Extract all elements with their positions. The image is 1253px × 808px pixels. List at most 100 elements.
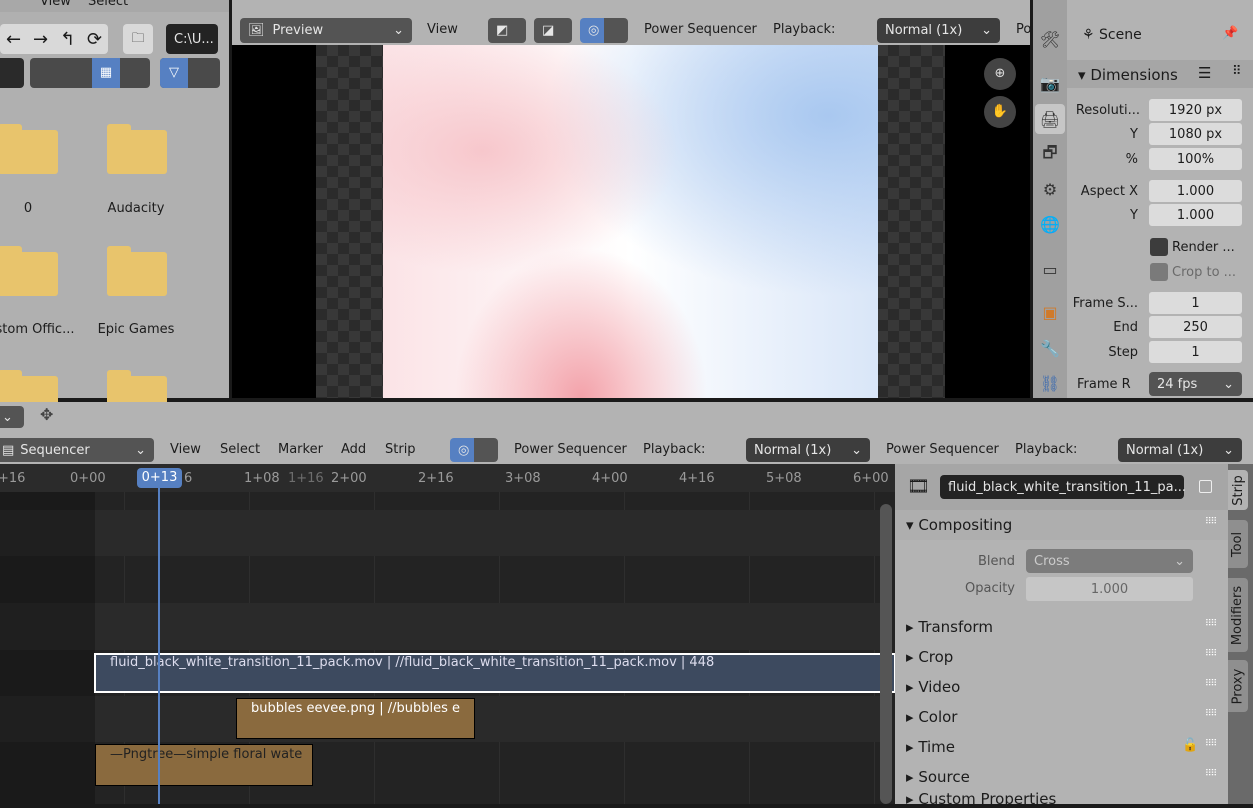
strip-mute-checkbox[interactable] [1199,480,1212,493]
view-layer-tab-icon[interactable]: 🗗 [1035,140,1065,170]
aspect-y-field[interactable]: 1.000 [1149,204,1242,226]
grip-icon[interactable]: ⠿⠿ [1205,739,1217,749]
tool-tab-icon[interactable]: 🛠 [1035,24,1065,54]
frame-rate-dropdown[interactable]: 24 fps ⌄ [1149,372,1242,396]
playback-dropdown[interactable]: Normal (1x) ⌄ [746,438,870,462]
move-tool-icon[interactable]: ✥ [40,405,53,424]
menu-strip[interactable]: Strip [385,442,416,457]
object-tab-icon[interactable]: ▣ [1035,297,1065,327]
output-tab-icon[interactable]: 🖨 [1035,104,1065,134]
frame-step-field[interactable]: 1 [1149,341,1242,363]
crop-label[interactable]: Crop to ... [1172,265,1236,280]
modifier-tab-icon[interactable]: 🔧 [1035,333,1065,363]
render-region-label[interactable]: Render ... [1172,240,1235,255]
vertical-scrollbar[interactable] [880,504,892,804]
constraint-tab-icon[interactable]: ⛓ [1035,368,1065,398]
power-sequencer-menu[interactable]: Power Sequencer [514,442,627,457]
grip-icon[interactable]: ⠿⠿ [1205,649,1217,659]
unlock-icon[interactable]: 🔓 [1182,738,1198,753]
dimensions-panel-title[interactable]: ▾ Dimensions [1078,66,1178,84]
path-field[interactable]: C:\U... [166,24,218,54]
menu-select[interactable]: Select [220,442,260,457]
back-icon[interactable]: ← [6,29,21,50]
tab-modifiers[interactable]: Modifiers [1228,578,1248,652]
resolution-percent-field[interactable]: 100% [1149,148,1242,170]
playhead-line[interactable] [158,480,160,804]
aspect-x-field[interactable]: 1.000 [1149,180,1242,202]
strip-image-floral[interactable]: —Pngtree—simple floral wate [95,744,313,786]
display-mode-buttons[interactable]: ▦ [30,58,150,88]
grip-icon[interactable]: ⠿⠿ [1205,709,1217,719]
grip-icon[interactable]: ⠿⠿ [1205,517,1217,527]
editor-type-button[interactable]: ⌄ [0,406,24,428]
tab-proxy[interactable]: Proxy [1228,660,1248,712]
scene-tab-icon[interactable]: ⚙ [1035,174,1065,204]
grip-icon[interactable]: ⠿⠿ [1205,619,1217,629]
folder-icon[interactable] [107,124,167,174]
grip-icon[interactable]: ⠿⠿ [1205,679,1217,689]
power-sequencer-menu[interactable]: Power Sequencer [886,442,999,457]
pan-hand-icon[interactable]: ✋ [984,96,1016,128]
forward-icon[interactable]: → [33,29,48,50]
playback-dropdown[interactable]: Normal (1x) ⌄ [1118,438,1242,462]
overlay-dropdown[interactable]: ◎ [450,438,498,462]
presets-icon[interactable]: ☰ [1198,64,1211,82]
menu-view[interactable]: View [40,0,71,9]
menu-view[interactable]: View [170,442,201,457]
panel-video[interactable]: ▸ Video [906,678,960,696]
grip-icon[interactable]: ⠿⠿ [1205,769,1217,779]
folder-icon[interactable] [0,246,58,296]
panel-source[interactable]: ▸ Source [906,768,970,786]
folder-icon[interactable] [107,246,167,296]
refresh-icon[interactable]: ⟳ [87,29,102,50]
filter-button[interactable]: ▽ [160,58,220,88]
folder-label[interactable]: Audacity [81,201,191,216]
panel-time[interactable]: ▸ Time [906,738,955,756]
power-sequencer-menu[interactable]: Po [1016,22,1031,37]
current-frame-indicator[interactable]: 0+13 [137,468,182,488]
strip-image-bubbles[interactable]: bubbles eevee.png | //bubbles e [236,698,475,739]
playback-dropdown[interactable]: Normal (1x) ⌄ [877,18,1000,43]
render-region-checkbox[interactable] [1150,238,1168,256]
tab-strip[interactable]: Strip [1228,470,1248,510]
folder-label[interactable]: 0 [0,201,83,216]
power-sequencer-menu[interactable]: Power Sequencer [644,22,757,37]
tab-tool[interactable]: Tool [1228,520,1248,568]
world-tab-icon[interactable]: 🌐 [1035,209,1065,239]
grip-icon[interactable]: ⠿ [1232,64,1242,79]
pin-icon[interactable]: 📌 [1222,26,1238,41]
collection-tab-icon[interactable]: ▭ [1035,254,1065,284]
preview-mode-dropdown[interactable]: 🖼 Preview ⌄ [240,18,412,43]
folder-icon[interactable] [0,124,58,174]
zoom-icon[interactable]: ⊕ [984,58,1016,90]
resolution-y-field[interactable]: 1080 px [1149,123,1242,145]
compositing-panel-title[interactable]: ▾ Compositing [906,516,1012,534]
display-channels-dropdown[interactable]: ◩ [488,18,526,43]
folder-label[interactable]: Epic Games [81,322,191,337]
frame-start-field[interactable]: 1 [1149,292,1242,314]
menu-add[interactable]: Add [341,442,366,457]
search-field[interactable] [0,58,24,88]
new-folder-button[interactable]: 🗀 [123,24,153,54]
folder-label[interactable]: stom Offic... [0,322,90,337]
menu-select[interactable]: Select [88,0,128,9]
resolution-x-field[interactable]: 1920 px [1149,99,1242,121]
thumbnail-icon[interactable]: ▦ [92,58,120,88]
menu-view[interactable]: View [427,22,458,37]
blend-dropdown[interactable]: Cross ⌄ [1026,549,1193,573]
menu-marker[interactable]: Marker [278,442,323,457]
strip-movie[interactable]: fluid_black_white_transition_11_pack.mov… [94,653,896,693]
frame-end-field[interactable]: 250 [1149,316,1242,338]
parent-dir-icon[interactable]: ↰ [60,29,75,50]
render-tab-icon[interactable]: 📷 [1035,68,1065,98]
strip-name-field[interactable]: fluid_black_white_transition_11_pa... [940,475,1186,499]
filter-icon[interactable]: ▽ [160,58,188,88]
crop-checkbox[interactable] [1150,263,1168,281]
panel-custom-properties[interactable]: ▸ Custom Properties [906,790,1056,808]
overlay-dropdown[interactable]: ◎ [580,18,628,43]
panel-transform[interactable]: ▸ Transform [906,618,993,636]
panel-crop[interactable]: ▸ Crop [906,648,953,666]
alpha-dropdown[interactable]: ◪ [534,18,572,43]
panel-color[interactable]: ▸ Color [906,708,957,726]
sequencer-mode-dropdown[interactable]: ▤ Sequencer ⌄ [0,438,154,462]
